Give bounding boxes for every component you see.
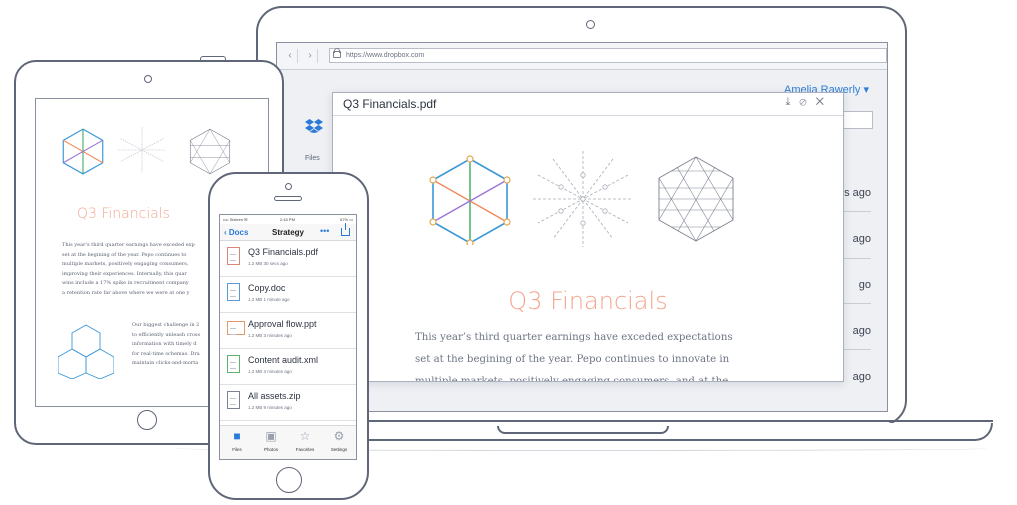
battery-label: 67% ▭: [340, 217, 353, 222]
list-item-time: ago: [852, 371, 871, 383]
file-meta: 1.2 MB 3 minutes ago: [248, 333, 292, 338]
share-icon[interactable]: [341, 223, 350, 236]
files-icon: ■: [233, 429, 241, 443]
file-name: All assets.zip: [248, 391, 301, 401]
list-item-time: ago: [852, 325, 871, 337]
modal-title: Q3 Financials.pdf: [343, 97, 437, 111]
star-icon: ☆: [299, 429, 311, 443]
file-row[interactable]: Q3 Financials.pdf 1.2 MB 30 secs ago: [220, 241, 356, 277]
download-icon[interactable]: ⤓: [786, 96, 800, 108]
phone-screen: •••• Sixteen ✉ 2:43 PM 67% ▭ ‹ Docs Stra…: [219, 214, 357, 460]
file-meta: 1.2 MB 3 minutes ago: [248, 369, 292, 374]
tab-label: Favorites: [295, 447, 315, 452]
back-arrow-icon[interactable]: ‹: [283, 49, 298, 63]
close-icon[interactable]: ✕: [816, 96, 833, 108]
file-name: Approval flow.ppt: [248, 319, 317, 329]
tab-files[interactable]: ■ Files: [220, 428, 254, 452]
tab-label: Settings: [330, 447, 348, 452]
list-item-time: s ago: [844, 187, 871, 199]
file-preview-modal: Q3 Financials.pdf ⤓⊘✕ Q3 Financials This…: [332, 92, 844, 382]
tablet-document-body-2: Our biggest challenge in 2 to efficientl…: [132, 321, 212, 369]
carrier-label: •••• Sixteen ✉: [223, 217, 248, 222]
phone-speaker: [274, 196, 302, 201]
tab-label: Files: [232, 447, 242, 452]
file-name: Copy.doc: [248, 283, 286, 293]
file-meta: 1.2 MB 1 minute ago: [248, 297, 290, 302]
document-line: information with timely d: [132, 341, 197, 348]
document-line: improving their experiences. Internally,…: [62, 270, 187, 277]
hexagon-mesh-illustration: [658, 156, 734, 242]
document-line: This year’s third quarter earnings have …: [62, 242, 195, 248]
document-heading: Q3 Financials: [508, 287, 668, 315]
ppt-file-icon: [227, 321, 245, 335]
pdf-file-icon: [227, 247, 240, 265]
tablet-document-heading: Q3 Financials: [77, 206, 170, 222]
doc-file-icon: [227, 283, 240, 301]
hexagon-colored-illustration: [62, 128, 104, 175]
tab-favorites[interactable]: ☆ Favorites: [288, 428, 322, 452]
sidebar-item-files[interactable]: Files: [305, 155, 320, 162]
file-meta: 1.2 MB 30 secs ago: [248, 261, 288, 266]
hexagon-mesh-illustration: [189, 128, 231, 175]
status-bar: •••• Sixteen ✉ 2:43 PM 67% ▭: [220, 215, 356, 224]
clock-label: 2:43 PM: [280, 217, 295, 222]
tab-settings[interactable]: ⚙ Settings: [322, 428, 356, 452]
tablet-camera: [144, 75, 152, 83]
modal-title-bar: Q3 Financials.pdf ⤓⊘✕: [333, 93, 843, 116]
lock-icon: [333, 48, 341, 58]
phone-nav-bar: ‹ Docs Strategy •••: [220, 223, 356, 241]
file-name: Q3 Financials.pdf: [248, 247, 319, 257]
xml-file-icon: [227, 355, 240, 373]
file-row[interactable]: Copy.doc 1.2 MB 1 minute ago: [220, 277, 356, 313]
dropbox-logo-icon[interactable]: [305, 119, 323, 133]
list-item-time: go: [858, 279, 871, 291]
phone-camera: [285, 183, 292, 190]
file-row[interactable]: Content audit.xml 1.2 MB 3 minutes ago: [220, 349, 356, 385]
document-line: multiple markets, positively engaging co…: [415, 376, 729, 382]
document-line: multiple markets, positively engaging co…: [62, 261, 189, 268]
document-line: wins include a 17% spike in recruitment …: [62, 280, 189, 287]
more-icon[interactable]: •••: [320, 226, 329, 236]
laptop-camera: [586, 20, 595, 29]
file-row[interactable]: All assets.zip 1.2 MB 9 minutes ago: [220, 385, 356, 421]
document-line: This year’s third quarter earnings have …: [415, 332, 733, 343]
zip-file-icon: [227, 391, 240, 409]
modal-actions: ⤓⊘✕: [786, 96, 833, 109]
list-item-time: ago: [852, 233, 871, 245]
file-meta: 1.2 MB 9 minutes ago: [248, 405, 292, 410]
document-line: Our biggest challenge in 2: [132, 322, 200, 328]
document-line: maintain clicks-and-morta: [132, 360, 199, 367]
cube-illustration: [58, 324, 114, 379]
document-body: This year’s third quarter earnings have …: [415, 327, 755, 382]
document-line: to efficiently unleash cross: [132, 331, 201, 338]
document-line: for real-time schemas. Dra: [132, 350, 200, 357]
document-line: set at the begining of the year. Pepo co…: [415, 354, 730, 365]
document-line: set at the begining of the year. Pepo co…: [62, 251, 187, 258]
tab-label: Photos: [263, 447, 278, 452]
hexagon-colored-illustration: [429, 155, 511, 245]
laptop-notch: [497, 426, 669, 434]
tablet-home-button[interactable]: [137, 410, 157, 430]
document-line: a retention rate far above where we were…: [62, 289, 190, 296]
folder-title: Strategy: [271, 228, 304, 237]
file-name: Content audit.xml: [248, 355, 319, 365]
hexagon-dashed-illustration: [533, 151, 633, 247]
tab-photos[interactable]: ▣ Photos: [254, 428, 288, 452]
phone-home-button[interactable]: [276, 467, 302, 493]
url-input[interactable]: https://www.dropbox.com: [329, 48, 887, 63]
forward-arrow-icon[interactable]: ›: [303, 49, 318, 63]
gear-icon: ⚙: [333, 429, 345, 443]
browser-toolbar: ‹ › https://www.dropbox.com: [277, 43, 887, 70]
photos-icon: ▣: [265, 429, 277, 443]
link-icon[interactable]: ⊘: [799, 96, 815, 108]
phone-tab-bar: ■ Files ▣ Photos ☆ Favorites ⚙ Settings: [220, 425, 356, 459]
hexagon-dashed-illustration: [118, 127, 166, 173]
tablet-document-body: This year’s third quarter earnings have …: [62, 241, 212, 299]
file-row[interactable]: Approval flow.ppt 1.2 MB 3 minutes ago: [220, 313, 356, 349]
